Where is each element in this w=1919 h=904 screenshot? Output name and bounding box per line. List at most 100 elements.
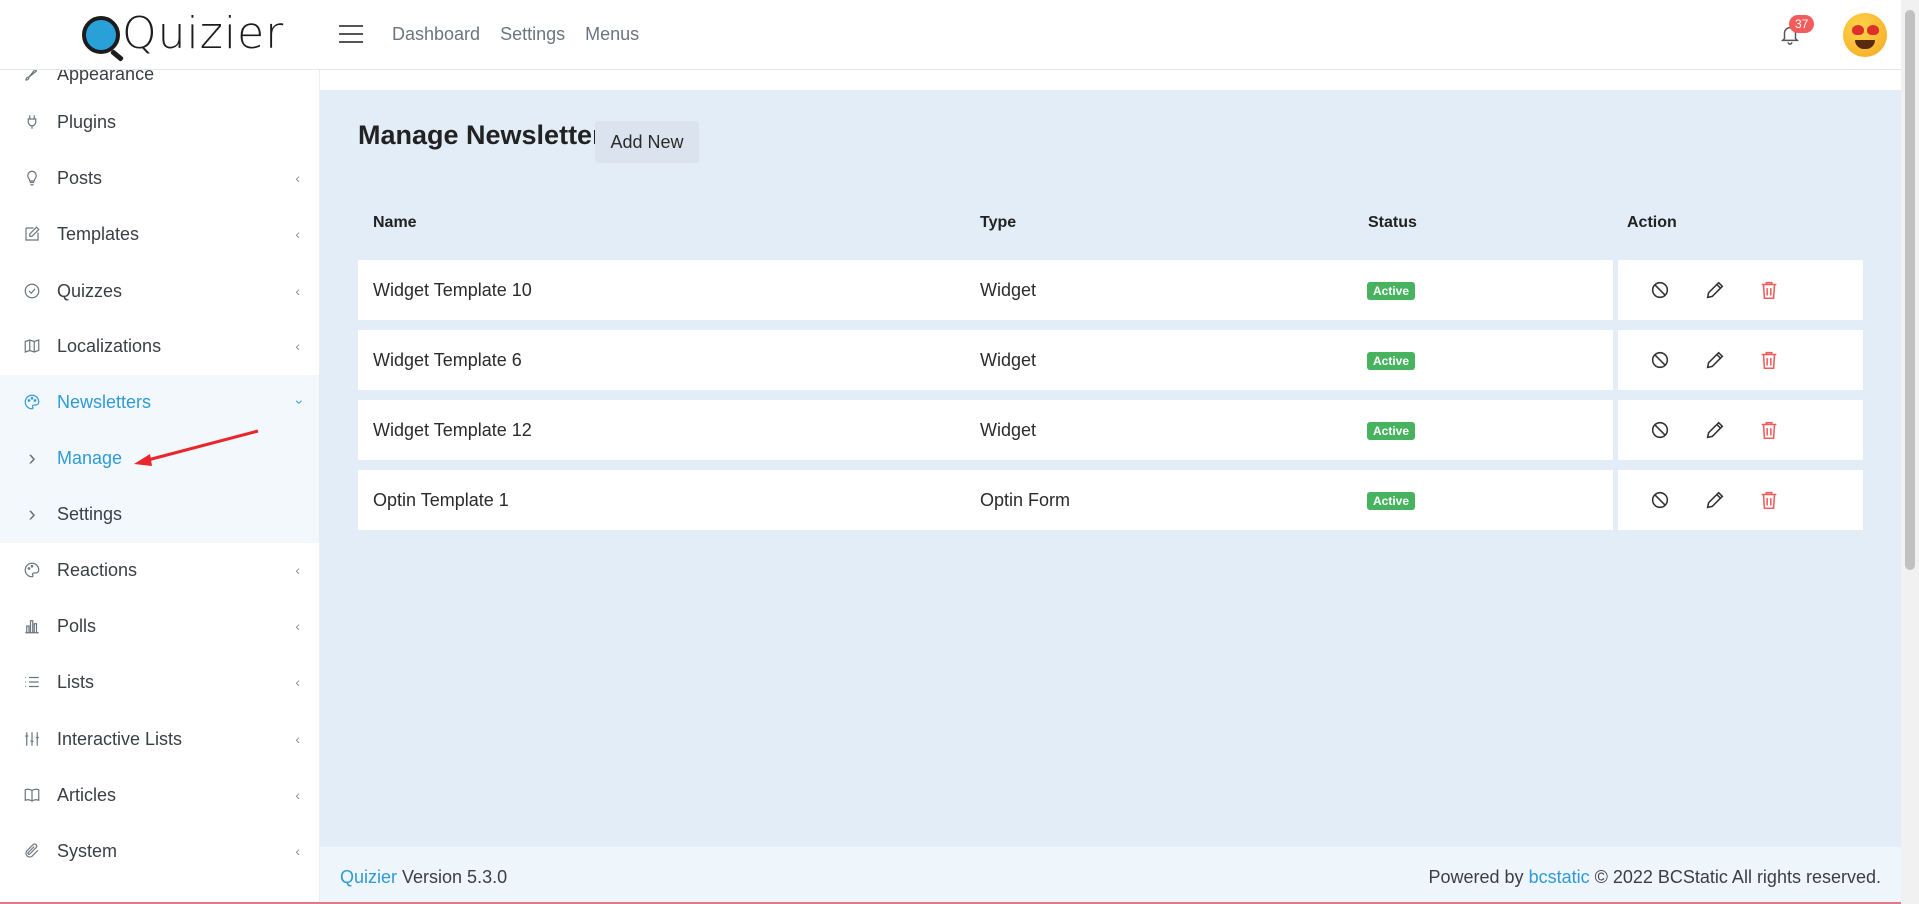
chevron-left-icon: ‹ [295, 283, 300, 299]
status-badge: Active [1367, 422, 1416, 440]
brush-icon [22, 70, 42, 84]
sidebar-item-label: Reactions [57, 559, 138, 580]
sidebar-item-label: Lists [57, 671, 95, 692]
scrollbar-thumb[interactable] [1905, 10, 1915, 570]
topnav-dashboard[interactable]: Dashboard [392, 24, 480, 45]
sidebar-item-interactive-lists[interactable]: Interactive Lists ‹ [0, 713, 319, 765]
disable-icon[interactable] [1649, 489, 1671, 511]
sidebar-item-label: Templates [57, 223, 140, 244]
notification-badge: 37 [1789, 15, 1815, 33]
avatar-eye-right [1867, 25, 1879, 35]
map-icon [22, 336, 42, 356]
avatar-eye-left [1852, 25, 1864, 35]
sidebar-item-label: Polls [57, 615, 97, 636]
bar-chart-icon [22, 616, 42, 636]
add-new-button[interactable]: Add New [595, 121, 699, 163]
edit-icon[interactable] [1704, 489, 1726, 511]
palette-icon [22, 560, 42, 580]
footer-brand-link[interactable]: Quizier [340, 867, 397, 887]
table-row-actions [1618, 330, 1863, 390]
menu-toggle-icon[interactable] [339, 25, 363, 45]
table-row: Widget Template 12 Widget Active [358, 400, 1863, 460]
table-row-main: Widget Template 6 Widget Active [358, 330, 1613, 390]
delete-icon[interactable] [1758, 279, 1780, 301]
sidebar-item-lists[interactable]: Lists ‹ [0, 656, 319, 708]
sidebar-item-localizations[interactable]: Localizations ‹ [0, 320, 319, 372]
sidebar-item-templates[interactable]: Templates ‹ [0, 208, 319, 260]
sidebar-item-label: Newsletters [57, 391, 152, 412]
disable-icon[interactable] [1649, 419, 1671, 441]
sidebar-item-label: Appearance [57, 70, 155, 84]
scrollbar[interactable] [1901, 0, 1919, 904]
sidebar-item-label: Articles [57, 784, 117, 805]
page-title: Manage Newsletter [358, 120, 603, 150]
topnav-menus[interactable]: Menus [585, 24, 639, 45]
table-row-actions [1618, 400, 1863, 460]
column-header-action: Action [1627, 214, 1677, 231]
bulb-icon [22, 168, 42, 188]
status-badge: Active [1367, 492, 1416, 510]
palette-icon [22, 392, 42, 412]
avatar[interactable] [1843, 13, 1887, 57]
footer-credits: Powered by bcstatic © 2022 BCStatic All … [1429, 867, 1882, 888]
table-row-main: Widget Template 12 Widget Active [358, 400, 1613, 460]
table-row-main: Widget Template 10 Widget Active [358, 260, 1613, 320]
brand-logo[interactable]: Quizier [82, 8, 284, 60]
check-circle-icon [22, 281, 42, 301]
annotation-arrow-icon [134, 429, 259, 466]
status-badge: Active [1367, 352, 1416, 370]
logo-mark [82, 16, 120, 54]
sidebar-item-newsletters[interactable]: Newsletters ‹ [0, 376, 319, 428]
list-icon [22, 672, 42, 692]
row-type: Widget [980, 350, 1037, 370]
avatar-mouth [1855, 40, 1875, 49]
table-row: Widget Template 6 Widget Active [358, 330, 1863, 390]
column-header-type: Type [980, 214, 1017, 231]
delete-icon[interactable] [1758, 349, 1780, 371]
disable-icon[interactable] [1649, 279, 1671, 301]
chevron-right-icon: › [28, 501, 36, 526]
sidebar-item-reactions[interactable]: Reactions ‹ [0, 544, 319, 596]
row-type: Widget [980, 420, 1037, 440]
sidebar-item-plugins[interactable]: Plugins [0, 96, 319, 148]
chevron-left-icon: ‹ [295, 618, 300, 634]
disable-icon[interactable] [1649, 349, 1671, 371]
sidebar-item-system[interactable]: System ‹ [0, 825, 319, 877]
sidebar-item-articles[interactable]: Articles ‹ [0, 769, 319, 821]
row-name: Widget Template 12 [373, 420, 532, 440]
table-row-actions [1618, 260, 1863, 320]
chevron-left-icon: ‹ [295, 674, 300, 690]
sidebar-subitem-settings[interactable]: › Settings [0, 488, 319, 540]
topnav-settings[interactable]: Settings [500, 24, 565, 45]
sidebar-item-label: Posts [57, 167, 103, 188]
sidebar-item-posts[interactable]: Posts ‹ [0, 152, 319, 204]
table-row: Widget Template 10 Widget Active [358, 260, 1863, 320]
sidebar-subitem-label: Manage [57, 447, 123, 468]
footer: Quizier Version 5.3.0 Powered by bcstati… [320, 847, 1901, 904]
footer-version: Quizier Version 5.3.0 [340, 867, 507, 888]
footer-powered-text: Powered by [1428, 867, 1529, 887]
delete-icon[interactable] [1758, 419, 1780, 441]
sidebar-item-polls[interactable]: Polls ‹ [0, 600, 319, 652]
sliders-icon [22, 729, 42, 749]
edit-icon[interactable] [1704, 349, 1726, 371]
edit-icon[interactable] [1704, 419, 1726, 441]
sidebar-item-label: Quizzes [57, 280, 123, 301]
edit-icon[interactable] [1704, 279, 1726, 301]
table-row-main: Optin Template 1 Optin Form Active [358, 470, 1613, 530]
row-type: Widget [980, 280, 1037, 300]
edit-icon [22, 224, 42, 244]
row-name: Widget Template 10 [373, 280, 532, 300]
row-name: Optin Template 1 [373, 490, 509, 510]
footer-powered-link[interactable]: bcstatic [1529, 867, 1590, 887]
chevron-left-icon: ‹ [295, 843, 300, 859]
delete-icon[interactable] [1758, 489, 1780, 511]
book-icon [22, 785, 42, 805]
sidebar-item-quizzes[interactable]: Quizzes ‹ [0, 265, 319, 317]
paperclip-icon [22, 841, 42, 861]
chevron-left-icon: ‹ [295, 226, 300, 242]
table-row-actions [1618, 470, 1863, 530]
chevron-down-icon: ‹ [289, 399, 306, 405]
plug-icon [22, 112, 42, 132]
breadcrumb [320, 70, 1901, 90]
